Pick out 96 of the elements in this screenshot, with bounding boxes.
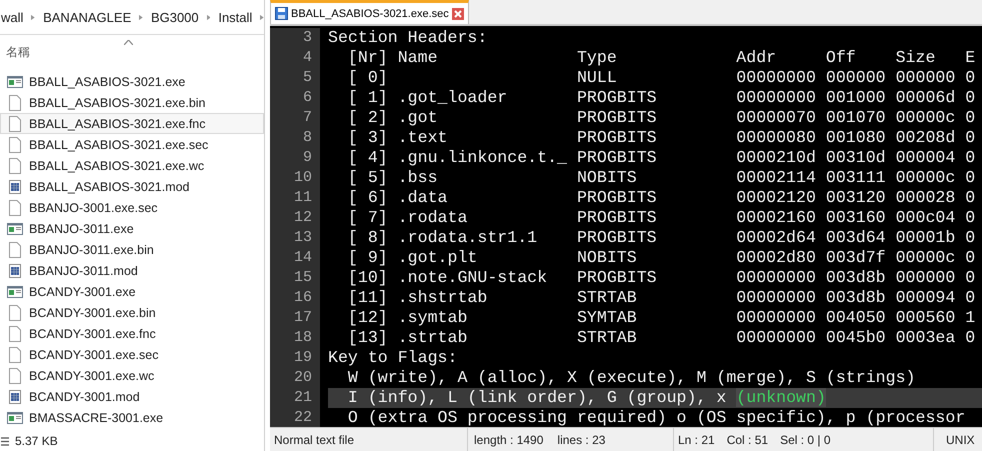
line-number: 7 bbox=[270, 108, 320, 128]
chevron-icon bbox=[139, 14, 143, 20]
file-tab[interactable]: BBALL_ASABIOS-3021.exe.sec bbox=[270, 0, 469, 24]
file-item[interactable]: BBALL_ASABIOS-3021.exe.bin bbox=[0, 92, 264, 113]
code-line: O (extra OS processing required) o (OS specific), p (processor bbox=[346, 408, 966, 427]
list-icon bbox=[1, 436, 9, 446]
size-label: 5.37 KB bbox=[15, 434, 58, 448]
lines-label: lines : 23 bbox=[557, 432, 606, 446]
code-line: W (write), A (alloc), X (execute), M (merge), S (strings) bbox=[346, 368, 916, 388]
code-line: Key to Flags: bbox=[328, 348, 458, 368]
document-icon bbox=[7, 304, 23, 320]
application-icon bbox=[7, 286, 23, 298]
line-number: 11 bbox=[270, 188, 320, 208]
file-item[interactable]: BBANJO-3011.mod bbox=[0, 260, 264, 281]
code-line: Section Headers: bbox=[328, 28, 488, 48]
file-item[interactable]: BCANDY-3001.exe.wc bbox=[0, 365, 264, 386]
document-icon bbox=[7, 326, 23, 342]
chevron-icon bbox=[206, 14, 210, 20]
document-icon bbox=[7, 94, 23, 110]
column-header[interactable]: 名稱 bbox=[6, 44, 30, 60]
line-ending-label: UNIX bbox=[945, 432, 976, 448]
grid-file-icon bbox=[7, 390, 23, 404]
file-item[interactable]: BCANDY-3001.exe.fnc bbox=[0, 323, 264, 344]
line-number: 15 bbox=[270, 268, 320, 288]
chevron-icon bbox=[260, 14, 264, 20]
line-number: 13 bbox=[270, 228, 320, 248]
grid-file-icon bbox=[7, 264, 23, 278]
file-item[interactable]: BCANDY-3001.exe.bin bbox=[0, 302, 264, 323]
line-number: 3 bbox=[270, 28, 320, 48]
code-line: [ 7] .rodata PROGBITS 00002160 003160 000c04 0 bbox=[346, 208, 976, 228]
code-line: I (info), L (link order), G (group), x (unknown) bbox=[346, 388, 826, 408]
line-number: 22 bbox=[270, 408, 320, 427]
file-type-label: Normal text file bbox=[270, 428, 468, 451]
column-label: Col : 51 bbox=[726, 432, 768, 446]
file-item[interactable]: BCANDY-3001.exe.sec bbox=[0, 344, 264, 365]
close-icon[interactable] bbox=[452, 8, 464, 20]
application-icon bbox=[7, 76, 23, 88]
code-line: [11] .shstrtab STRTAB 00000000 003d8b 000094 0 bbox=[346, 288, 976, 308]
code-line: [ 8] .rodata.str1.1 PROGBITS 00002d64 003d64 00001b 0 bbox=[346, 228, 976, 248]
breadcrumb-item[interactable]: wall bbox=[1, 10, 24, 24]
line-number: 20 bbox=[270, 368, 320, 388]
file-item[interactable]: BMASSACRE-3001.exe bbox=[0, 407, 264, 428]
code-line: [10] .note.GNU-stack PROGBITS 00000000 003d8b 000000 0 bbox=[346, 268, 976, 288]
application-icon bbox=[7, 412, 23, 424]
line-number: 14 bbox=[270, 248, 320, 268]
document-icon bbox=[7, 346, 23, 362]
grid-file-icon bbox=[7, 180, 23, 194]
code-area[interactable] bbox=[270, 26, 982, 427]
code-line: [ 1] .got_loader PROGBITS 00000000 001000 00006d 0 bbox=[346, 88, 976, 108]
line-number: 8 bbox=[270, 128, 320, 148]
file-item[interactable]: BBALL_ASABIOS-3021.mod bbox=[0, 176, 264, 197]
document-icon bbox=[7, 158, 23, 174]
line-number: 10 bbox=[270, 168, 320, 188]
line-number: 12 bbox=[270, 208, 320, 228]
file-item[interactable]: BBANJO-3011.exe.bin bbox=[0, 239, 264, 260]
file-item[interactable]: BBANJO-3001.exe.sec bbox=[0, 197, 264, 218]
document-icon bbox=[7, 200, 23, 216]
selection-label: Sel : 0 | 0 bbox=[780, 432, 831, 446]
document-icon bbox=[7, 116, 23, 132]
line-number: 9 bbox=[270, 148, 320, 168]
code-line: [Nr] Name Type Addr Off Size E bbox=[346, 48, 976, 68]
line-number: 4 bbox=[270, 48, 320, 68]
breadcrumb-item[interactable]: Install bbox=[218, 10, 252, 24]
code-line: [ 2] .got PROGBITS 00000070 001070 00000c 0 bbox=[346, 108, 976, 128]
application-icon bbox=[7, 222, 23, 234]
code-line: [ 6] .data PROGBITS 00002120 003120 000028 0 bbox=[346, 188, 976, 208]
code-line: [13] .strtab STRTAB 00000000 0045b0 0003ea 0 bbox=[346, 328, 976, 348]
file-item[interactable]: BBALL_ASABIOS-3021.exe.sec bbox=[0, 134, 264, 155]
line-number: 5 bbox=[270, 68, 320, 88]
document-icon bbox=[7, 136, 23, 152]
sort-caret-icon bbox=[124, 40, 133, 45]
line-label: Ln : 21 bbox=[678, 432, 715, 446]
file-item[interactable]: BBANJO-3011.exe bbox=[0, 218, 264, 239]
file-item[interactable]: BCANDY-3001.exe bbox=[0, 281, 264, 302]
document-icon bbox=[7, 242, 23, 258]
code-line: [ 3] .text PROGBITS 00000080 001080 00208d 0 bbox=[346, 128, 976, 148]
code-line: [ 5] .bss NOBITS 00002114 003111 00000c 0 bbox=[346, 168, 976, 188]
line-number: 18 bbox=[270, 328, 320, 348]
line-number: 21 bbox=[270, 388, 320, 408]
code-line: [ 0] NULL 00000000 000000 000000 0 bbox=[346, 68, 976, 88]
file-item[interactable]: BBALL_ASABIOS-3021.exe.wc bbox=[0, 155, 264, 176]
line-number: 19 bbox=[270, 348, 320, 368]
document-icon bbox=[7, 368, 23, 384]
breadcrumb-item[interactable]: BANANAGLEE bbox=[43, 10, 132, 24]
chevron-icon bbox=[31, 14, 36, 20]
line-number: 6 bbox=[270, 88, 320, 108]
code-line: [ 4] .gnu.linkonce.t._ PROGBITS 0000210d 00310d 000004 0 bbox=[346, 148, 976, 168]
file-item[interactable]: BCANDY-3001.mod bbox=[0, 386, 264, 407]
breadcrumb-item[interactable]: BG3000 bbox=[150, 10, 199, 24]
file-item[interactable]: BBALL_ASABIOS-3021.exe.fnc bbox=[0, 113, 264, 134]
file-item[interactable]: BBALL_ASABIOS-3021.exe bbox=[0, 71, 264, 92]
line-number: 16 bbox=[270, 288, 320, 308]
code-line: [ 9] .got.plt NOBITS 00002d80 003d7f 00000c 0 bbox=[346, 248, 976, 268]
line-number: 17 bbox=[270, 308, 320, 328]
code-line: [12] .symtab SYMTAB 00000000 004050 000560 1 bbox=[346, 308, 976, 328]
length-label: length : 1490 bbox=[474, 432, 544, 446]
